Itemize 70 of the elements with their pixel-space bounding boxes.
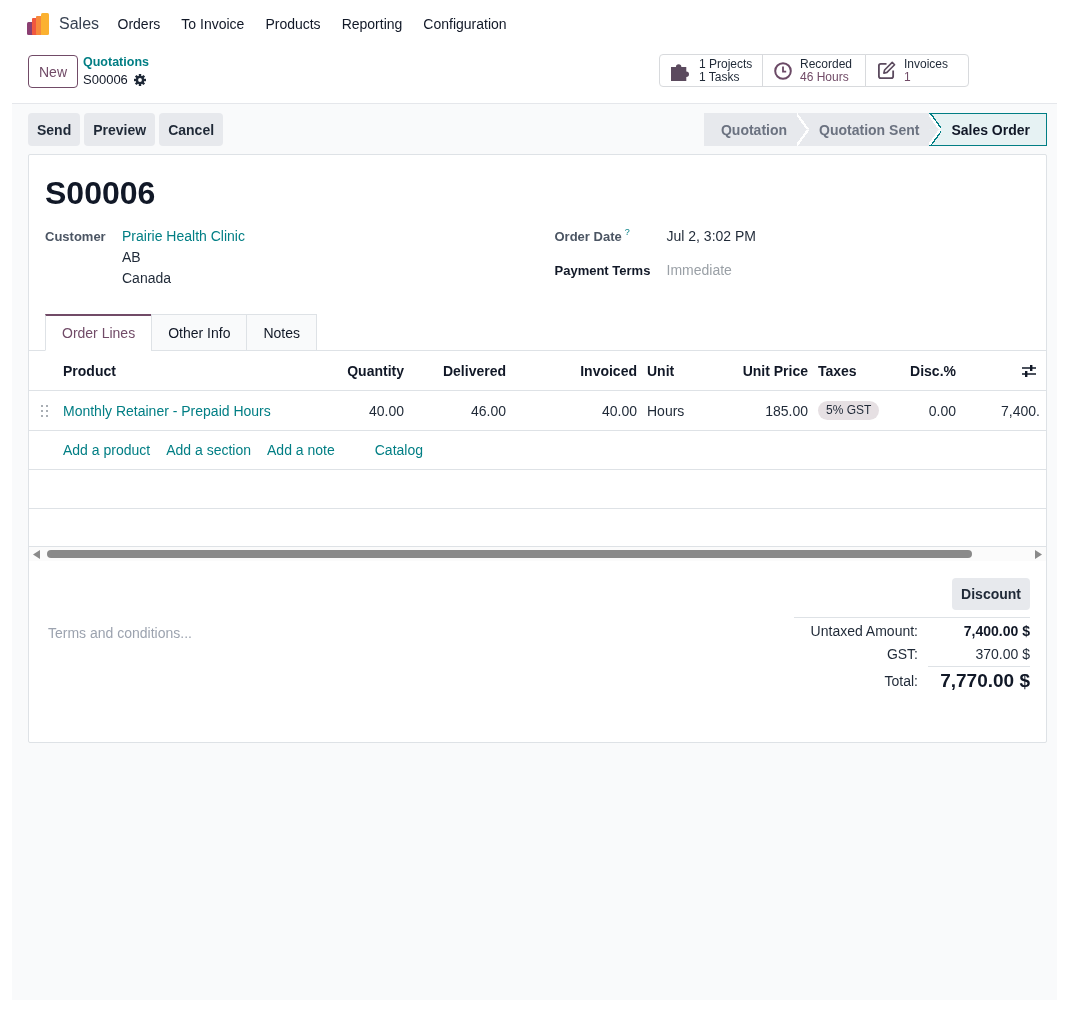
breadcrumb-current: S00006 — [83, 71, 128, 88]
menu-item[interactable]: Reporting — [331, 9, 413, 39]
catalog-button[interactable]: Catalog — [374, 442, 423, 458]
table-cell-text: Monthly Retainer - Prepaid Hours — [62, 402, 272, 419]
gear-icon[interactable] — [133, 73, 146, 86]
status-step[interactable]: Quotation — [703, 113, 798, 146]
action-button[interactable]: Preview — [84, 113, 156, 146]
app-name[interactable]: Sales — [59, 15, 100, 33]
projects-button[interactable]: 1 Projects 1 Tasks — [659, 54, 763, 87]
terms-field[interactable]: Terms and conditions... — [45, 617, 754, 693]
menu-item[interactable]: Products — [254, 9, 332, 39]
field-label: Order Date — [554, 228, 622, 246]
action-button[interactable]: Cancel — [159, 113, 224, 146]
column-header[interactable]: Taxes — [813, 362, 883, 379]
column-header[interactable]: Unit Price — [713, 362, 813, 379]
menu-item[interactable]: Orders — [107, 9, 171, 39]
new-button[interactable]: New — [28, 55, 78, 88]
clock-icon — [774, 61, 792, 80]
discount-button[interactable]: Discount — [952, 578, 1030, 610]
address-line: AB — [122, 248, 141, 267]
field-label: Payment Terms — [554, 262, 651, 280]
table-cell-text: 46.00 — [469, 402, 507, 419]
column-header[interactable]: Product — [58, 362, 329, 379]
tab[interactable]: Notes — [246, 314, 317, 351]
column-header[interactable]: Quantity — [329, 362, 409, 379]
scroll-left-icon[interactable] — [33, 549, 40, 559]
pencil-square-icon — [877, 61, 896, 80]
status-step[interactable]: Sales Order — [929, 113, 1047, 146]
field-label: Customer — [45, 228, 106, 246]
table-cell-text: Hours — [646, 402, 686, 419]
total-label: GST: — [885, 645, 918, 664]
total-value: 370.00 $ — [974, 645, 1030, 664]
total-label: Total: — [883, 671, 918, 691]
column-header[interactable]: Disc.% — [883, 362, 961, 379]
scroll-right-icon[interactable] — [1035, 549, 1042, 559]
menu-item[interactable]: To Invoice — [170, 9, 255, 39]
column-header[interactable]: Delivered — [409, 362, 511, 379]
record-title: S00006 — [45, 174, 156, 212]
app-logo-icon[interactable] — [27, 13, 49, 35]
table-cell-text: 7,400. — [1000, 402, 1041, 419]
table-cell-text: 185.00 — [764, 402, 809, 419]
action-button[interactable]: Send — [28, 113, 81, 146]
total-label: Untaxed Amount: — [809, 622, 918, 641]
menu-item[interactable]: Configuration — [412, 9, 518, 39]
invoices-button[interactable]: Invoices 1 — [865, 54, 969, 87]
add-line-link[interactable]: Add a section — [166, 442, 251, 458]
add-line-link[interactable]: Add a note — [267, 442, 335, 458]
table-cell-text: 40.00 — [600, 402, 638, 419]
horizontal-scrollbar[interactable] — [29, 547, 1046, 561]
table-cell-text: 0.00 — [927, 402, 957, 419]
breadcrumb-link[interactable]: Quotations — [83, 54, 149, 71]
recorded-hours-button[interactable]: Recorded 46 Hours — [762, 54, 866, 87]
help-mark[interactable]: ? — [624, 226, 630, 238]
sliders-icon[interactable] — [1022, 364, 1036, 377]
total-value: 7,770.00 $ — [928, 666, 1030, 695]
payment-terms-field[interactable]: Immediate — [666, 260, 1030, 281]
column-header[interactable]: Unit — [642, 362, 713, 379]
customer-link[interactable]: Prairie Health Clinic — [122, 226, 245, 247]
drag-handle-icon[interactable] — [41, 404, 48, 417]
field-value: Jul 2, 3:02 PM — [666, 227, 756, 246]
scrollbar-thumb[interactable] — [47, 550, 972, 558]
tax-tag: 5% GST — [818, 401, 880, 420]
tab[interactable]: Other Info — [151, 314, 248, 351]
table-cell-text: 40.00 — [367, 402, 405, 419]
status-step[interactable]: Quotation Sent — [797, 113, 930, 146]
column-header[interactable]: Invoiced — [511, 362, 642, 379]
add-line-link[interactable]: Add a product — [63, 442, 151, 458]
tab[interactable]: Order Lines — [45, 314, 153, 351]
address-line: Canada — [122, 269, 172, 288]
total-value: 7,400.00 $ — [962, 622, 1030, 641]
